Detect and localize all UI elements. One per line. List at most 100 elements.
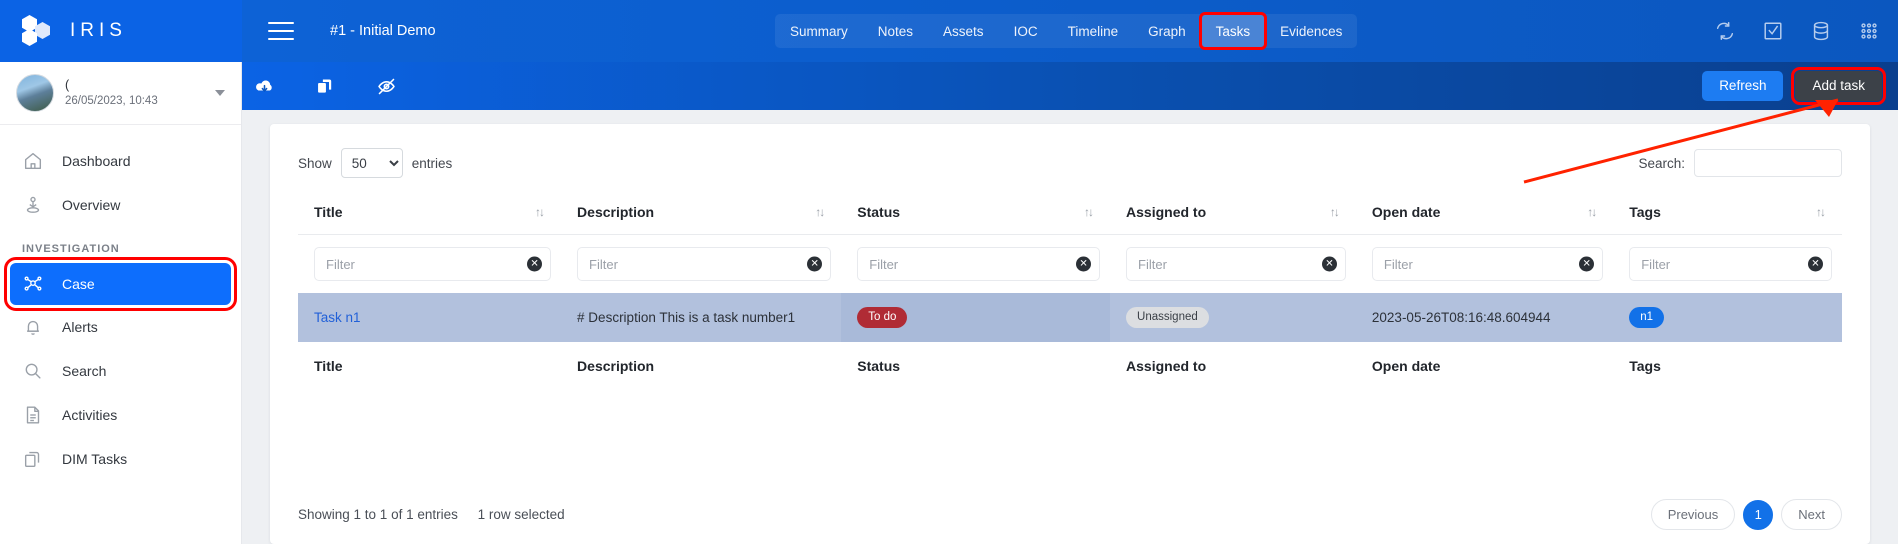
sidebar-item-activities[interactable]: Activities [0, 393, 241, 437]
filter-cell-tags: ✕ [1613, 235, 1842, 294]
page-length-select[interactable]: 102550100 [340, 148, 403, 178]
apps-grid-icon[interactable] [1858, 20, 1880, 42]
search-icon [25, 363, 41, 379]
cell-title[interactable]: Task n1 [298, 293, 561, 342]
filter-input-description[interactable] [577, 247, 832, 281]
task-title-link[interactable]: Task n1 [314, 310, 361, 325]
tab-timeline[interactable]: Timeline [1053, 14, 1134, 48]
tab-notes[interactable]: Notes [863, 14, 928, 48]
sidebar-item-label: Alerts [62, 319, 98, 335]
add-task-button[interactable]: Add task [1791, 67, 1886, 105]
filter-input-title[interactable] [314, 247, 552, 281]
sort-icon[interactable]: ↑↓ [1587, 205, 1597, 219]
column-header-open-date[interactable]: Open date ↑↓ [1355, 198, 1614, 235]
chevron-down-icon[interactable] [215, 90, 225, 96]
table-row[interactable]: Task n1 # Description This is a task num… [298, 293, 1842, 342]
user-meta: ( 26/05/2023, 10:43 [65, 77, 158, 109]
search-input[interactable] [1694, 149, 1842, 177]
iris-hexagon-logo-icon [22, 15, 56, 47]
case-title: #1 - Initial Demo [330, 23, 436, 39]
top-navigation-bar: IRIS #1 - Initial Demo Summary Notes Ass… [0, 0, 1898, 62]
cell-assigned-to: Unassigned [1110, 293, 1356, 342]
footer-assigned-to: Assigned to [1126, 357, 1207, 374]
pagination-previous[interactable]: Previous [1650, 499, 1736, 530]
activities-doc-icon [26, 406, 40, 424]
pagination-page-1[interactable]: 1 [1743, 499, 1774, 530]
column-header-tags[interactable]: Tags ↑↓ [1613, 198, 1842, 235]
tab-tasks[interactable]: Tasks [1198, 12, 1268, 50]
tab-evidences[interactable]: Evidences [1265, 14, 1357, 48]
table-search: Search: [1638, 149, 1842, 177]
sort-icon[interactable]: ↑↓ [815, 205, 825, 219]
case-tabs: Summary Notes Assets IOC Timeline Graph … [775, 12, 1358, 50]
sync-icon[interactable] [1714, 20, 1736, 42]
filter-input-status[interactable] [857, 247, 1101, 281]
column-header-title[interactable]: Title ↑↓ [298, 198, 562, 235]
database-icon[interactable] [1810, 20, 1832, 42]
tab-assets[interactable]: Assets [928, 14, 999, 48]
sidebar-item-alerts[interactable]: Alerts [0, 305, 241, 349]
tasks-table: Title ↑↓ Description ↑↓ Status ↑↓ Assign… [298, 198, 1842, 384]
clear-filter-icon[interactable]: ✕ [527, 256, 543, 272]
sidebar-item-overview[interactable]: Overview [0, 183, 241, 227]
filter-input-open-date[interactable] [1371, 247, 1604, 281]
assignee-badge: Unassigned [1126, 307, 1209, 328]
sidebar-section-investigation: INVESTIGATION [22, 243, 120, 255]
search-label: Search: [1638, 155, 1685, 171]
sidebar-item-case[interactable]: Case [4, 257, 237, 311]
column-header-status[interactable]: Status ↑↓ [841, 198, 1111, 235]
sort-icon[interactable]: ↑↓ [1084, 205, 1094, 219]
filter-input-tags[interactable] [1629, 247, 1832, 281]
clear-filter-icon[interactable]: ✕ [1808, 256, 1823, 272]
brand-name: IRIS [70, 20, 127, 41]
check-square-icon[interactable] [1762, 20, 1784, 42]
tab-ioc[interactable]: IOC [999, 14, 1053, 48]
sidebar-item-dim-tasks[interactable]: DIM Tasks [0, 437, 241, 481]
user-profile-block[interactable]: ( 26/05/2023, 10:43 [0, 62, 241, 125]
sidebar-item-label: Activities [62, 407, 118, 423]
clear-filter-icon[interactable]: ✕ [1321, 256, 1337, 272]
clear-filter-icon[interactable]: ✕ [807, 256, 823, 272]
filter-input-assigned-to[interactable] [1126, 247, 1346, 281]
cell-description: # Description This is a task number1 [577, 309, 796, 325]
column-header-assigned-to[interactable]: Assigned to ↑↓ [1110, 198, 1356, 235]
tasks-table-card: Show 102550100 entries Search: [270, 124, 1870, 544]
sidebar-item-search[interactable]: Search [0, 349, 241, 393]
case-network-icon [24, 276, 42, 291]
column-header-description[interactable]: Description ↑↓ [561, 198, 842, 235]
filter-cell-status: ✕ [841, 235, 1110, 294]
eye-slash-icon[interactable] [376, 76, 397, 97]
copy-icon[interactable] [315, 76, 336, 97]
table-footer-controls: Showing 1 to 1 of 1 entries 1 row select… [298, 499, 1842, 530]
hamburger-menu-icon[interactable] [268, 22, 294, 40]
pagination-next[interactable]: Next [1781, 499, 1842, 530]
sort-icon[interactable]: ↑↓ [535, 205, 545, 219]
sort-icon[interactable]: ↑↓ [1816, 205, 1826, 219]
footer-open-date: Open date [1371, 357, 1441, 374]
clear-filter-icon[interactable]: ✕ [1076, 256, 1092, 272]
clear-filter-icon[interactable]: ✕ [1579, 256, 1595, 272]
footer-tags: Tags [1629, 357, 1661, 374]
footer-status: Status [857, 357, 901, 374]
pagination: Previous 1 Next [1650, 499, 1842, 530]
brand-logo-area[interactable]: IRIS [0, 0, 242, 62]
refresh-button[interactable]: Refresh [1702, 71, 1784, 101]
cloud-download-icon[interactable] [254, 76, 275, 97]
footer-title: Title [314, 357, 343, 374]
layers-copy-icon [24, 451, 40, 468]
filter-cell-description: ✕ [561, 235, 841, 294]
sort-icon[interactable]: ↑↓ [1330, 205, 1340, 219]
sidebar-item-dashboard[interactable]: Dashboard [0, 139, 241, 183]
footer-description: Description [577, 357, 655, 374]
sidebar-nav: Dashboard Overview INVESTIGATION Case Al… [0, 125, 241, 481]
user-login-date: 26/05/2023, 10:43 [65, 94, 158, 107]
sidebar-item-label: Case [62, 276, 95, 292]
cell-status: To do [841, 293, 1111, 342]
table-footer-row: Title Description Status Assigned to Ope… [298, 342, 1842, 384]
tab-graph[interactable]: Graph [1133, 14, 1201, 48]
cell-tags: n1 [1613, 293, 1842, 342]
sidebar-item-label: Dashboard [62, 153, 131, 169]
filter-cell-open-date: ✕ [1356, 235, 1613, 294]
action-bar-buttons: Refresh Add task [1702, 67, 1898, 105]
tab-summary[interactable]: Summary [775, 14, 863, 48]
